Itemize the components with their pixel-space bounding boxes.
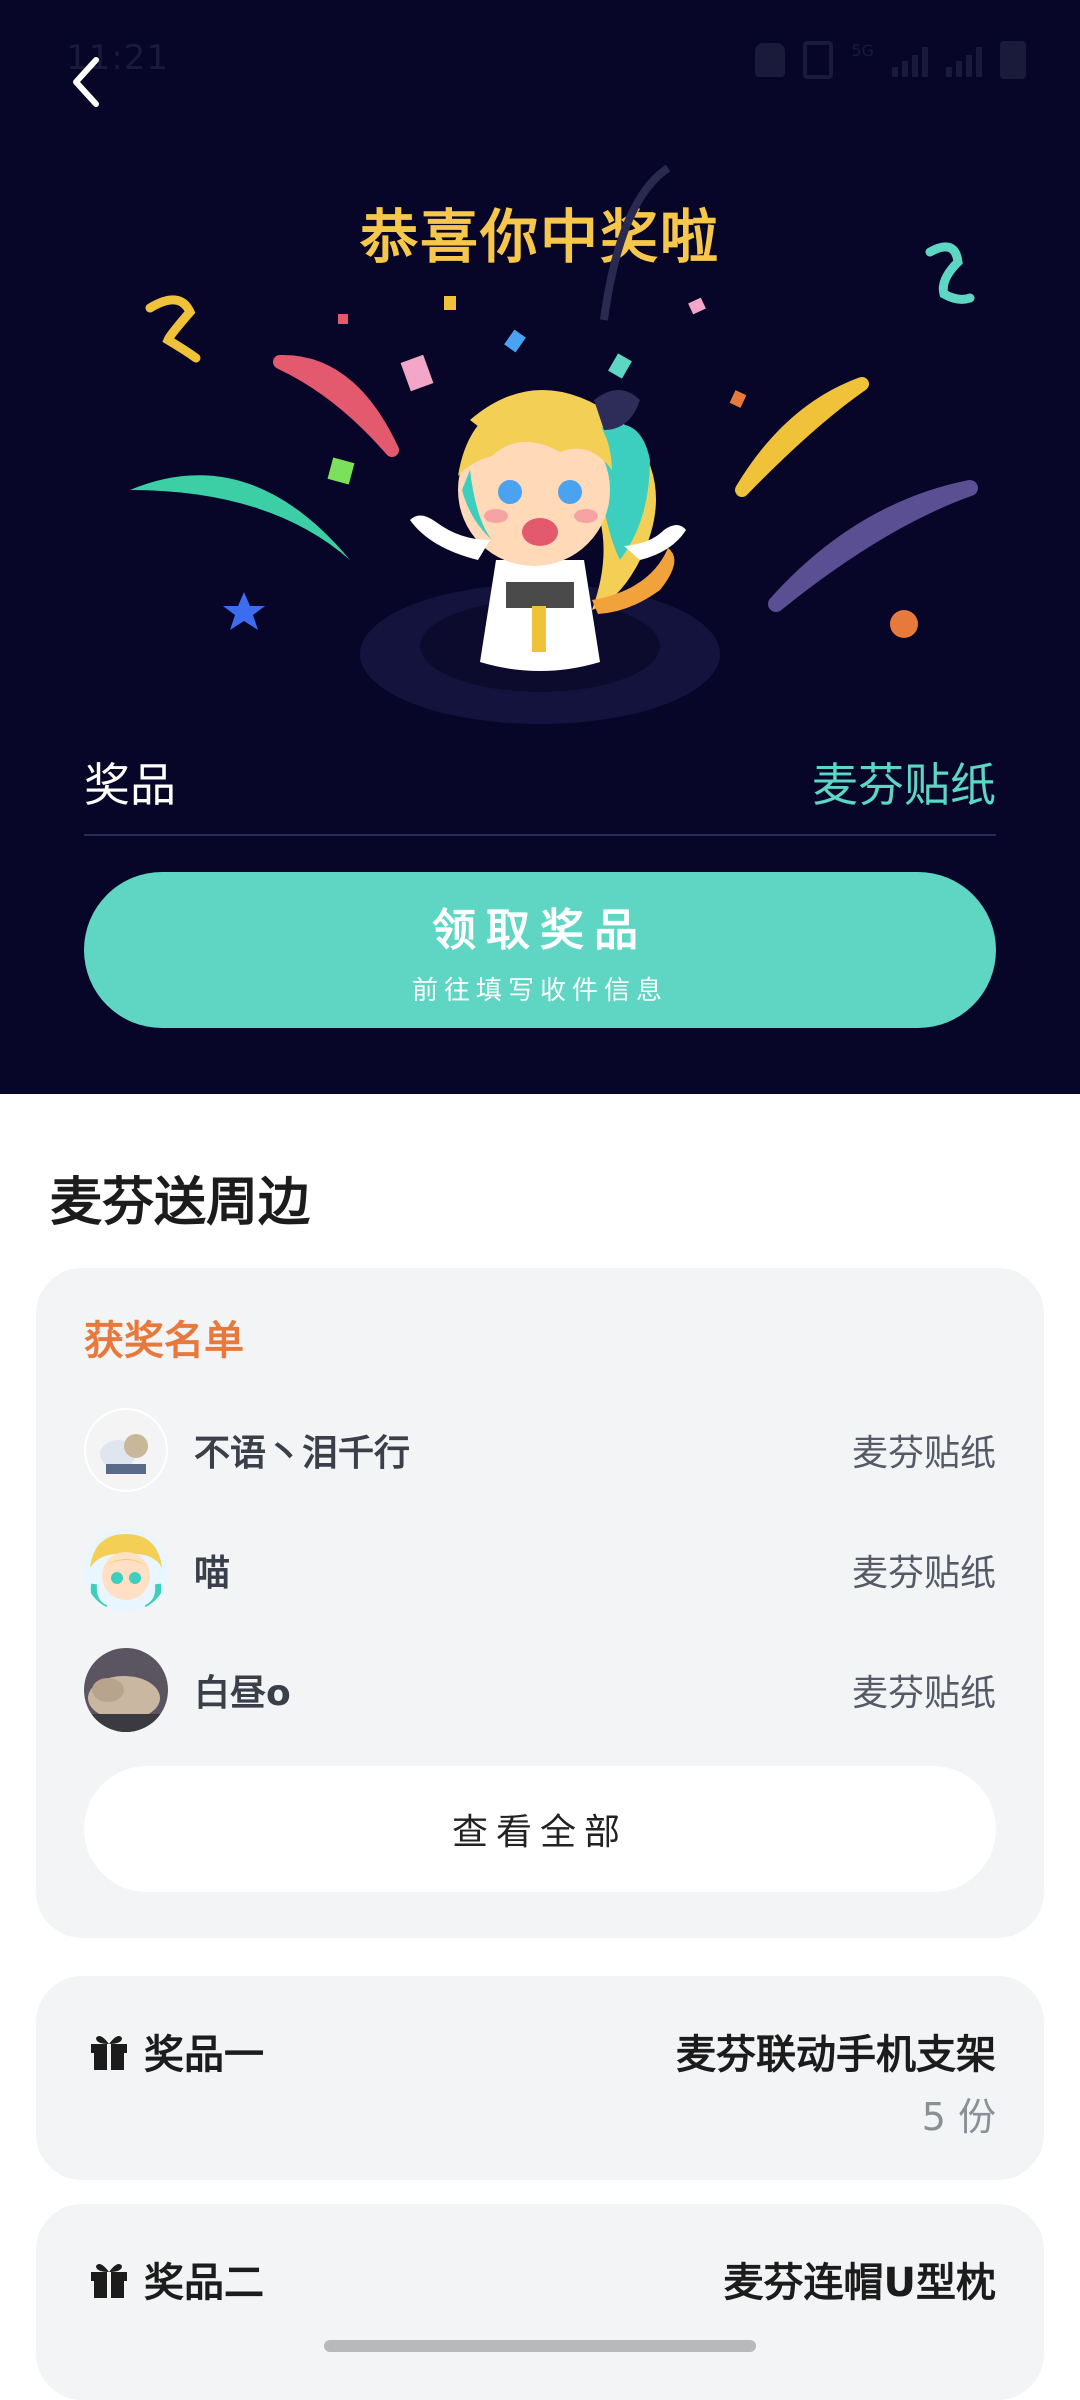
avatar xyxy=(84,1408,168,1492)
winner-name: 喵 xyxy=(194,1553,231,1594)
winner-prize: 麦芬贴纸 xyxy=(851,1553,996,1594)
prize-value: 麦芬贴纸 xyxy=(812,758,996,812)
claim-button-subtitle: 前往填写收件信息 xyxy=(411,975,668,1006)
prize-card-count: 5 份 xyxy=(921,2095,996,2139)
winners-heading: 获奖名单 xyxy=(84,1318,244,1364)
winner-row[interactable]: 白昼o 麦芬贴纸 xyxy=(84,1648,996,1732)
winner-row[interactable]: 不语丶泪千行 麦芬贴纸 xyxy=(84,1408,996,1492)
winner-name: 不语丶泪千行 xyxy=(194,1433,411,1474)
avatar xyxy=(84,1528,168,1612)
winners-card: 获奖名单 不语丶泪千行 麦芬贴纸 喵 麦芬贴纸 白昼o 麦芬贴纸 查看全部 xyxy=(36,1268,1044,1938)
gift-icon xyxy=(91,2264,127,2298)
prize-card[interactable]: 奖品一 麦芬联动手机支架 5 份 xyxy=(36,1976,1044,2180)
prize-card-name: 麦芬连帽U型枕 xyxy=(723,2260,996,2306)
avatar xyxy=(84,1648,168,1732)
view-all-button[interactable]: 查看全部 xyxy=(84,1766,996,1892)
claim-button-title: 领取奖品 xyxy=(432,904,648,956)
winner-prize: 麦芬贴纸 xyxy=(851,1433,996,1474)
section-title: 麦芬送周边 xyxy=(50,1173,311,1233)
claim-prize-button[interactable]: 领取奖品 前往填写收件信息 xyxy=(84,872,996,1028)
gift-icon xyxy=(91,2036,127,2070)
prize-card-label: 奖品二 xyxy=(144,2260,264,2306)
winner-prize: 麦芬贴纸 xyxy=(851,1673,996,1714)
hero-section: 11:21 5G 恭喜你中奖啦 奖品 麦芬贴纸 领取奖品 前往填写收件信息 xyxy=(0,0,1080,1094)
home-indicator[interactable] xyxy=(324,2340,756,2352)
prize-row: 奖品 麦芬贴纸 xyxy=(84,730,996,836)
prize-label: 奖品 xyxy=(84,758,176,812)
prize-card-name: 麦芬联动手机支架 xyxy=(676,2032,996,2078)
celebration-illustration xyxy=(130,164,978,724)
winner-row[interactable]: 喵 麦芬贴纸 xyxy=(84,1528,996,1612)
prize-card-label: 奖品一 xyxy=(144,2032,264,2078)
winner-name: 白昼o xyxy=(194,1673,291,1714)
prize-card-header: 奖品二 xyxy=(88,2250,264,2308)
prize-card-header: 奖品一 xyxy=(88,2022,264,2080)
prize-card[interactable]: 奖品二 麦芬连帽U型枕 xyxy=(36,2204,1044,2400)
